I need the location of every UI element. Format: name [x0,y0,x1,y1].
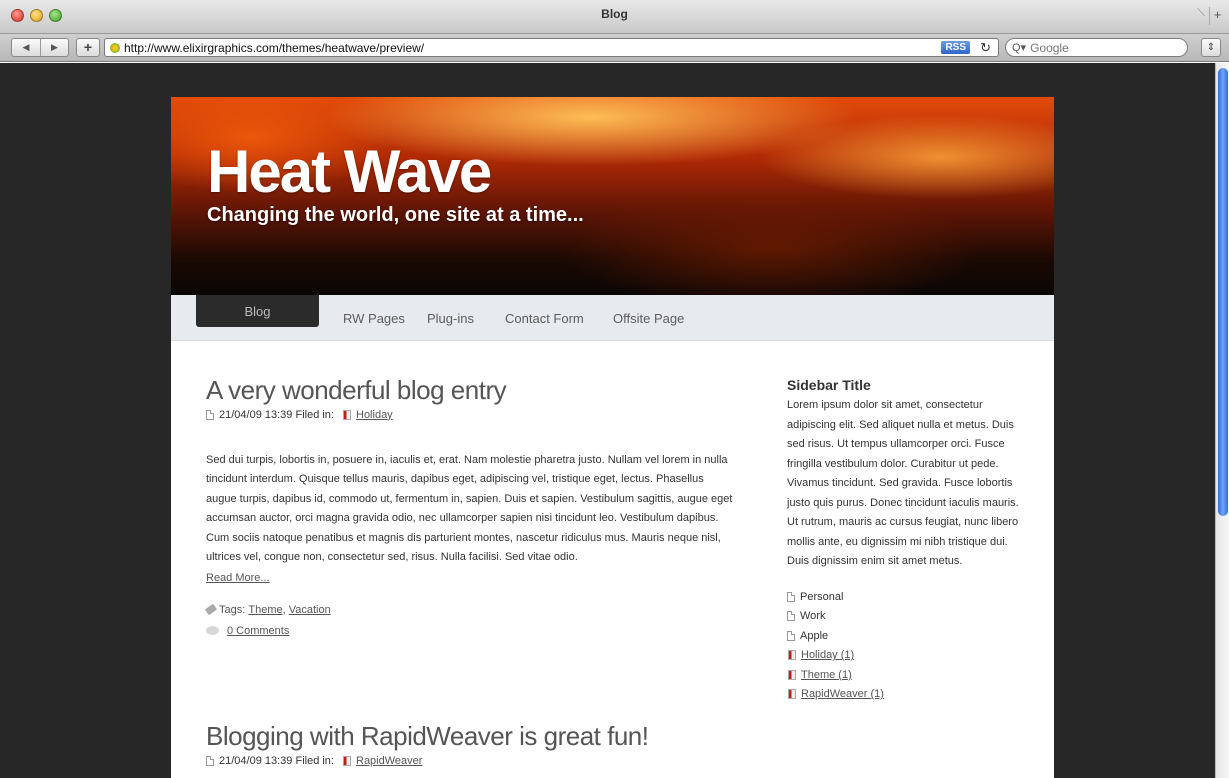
site-favicon-icon [110,42,120,53]
site-banner: Heat Wave Changing the world, one site a… [171,97,1054,295]
read-more-link[interactable]: Read More... [206,572,270,584]
sidebar-page-link[interactable]: Personal [787,587,1032,607]
plus-icon: + [83,39,93,55]
bookmark-icon: ⇕ [1206,42,1216,53]
sidebar-category-link[interactable]: Holiday (1) [787,645,1032,665]
history-nav-group: ◀ ▶ [11,38,69,57]
nav-tab-offsite-page[interactable]: Offsite Page [613,295,684,341]
filed-in-label: Filed in: [295,408,334,421]
post-meta: 21/04/09 13:39 Filed in: RapidWeaver [206,755,736,767]
comment-bubble-icon [206,626,219,636]
add-bookmark-button[interactable]: + [76,38,100,57]
nav-tab-plug-ins[interactable]: Plug-ins [427,295,474,341]
search-field[interactable]: Q▾ [1005,38,1188,57]
reload-icon[interactable]: ↻ [980,40,991,56]
page-viewport: Heat Wave Changing the world, one site a… [0,63,1229,778]
site-title[interactable]: Heat Wave [207,142,492,202]
site-navbar: Blog RW Pages Plug-ins Contact Form Offs… [171,295,1054,341]
category-icon [788,650,796,661]
resize-corner-icon: ⟍ [1197,7,1205,19]
sidebar-category-link[interactable]: RapidWeaver (1) [787,684,1032,704]
category-icon [343,755,351,766]
window-titlebar: Blog ⟍ + [0,0,1229,34]
document-icon [206,409,214,420]
site-tagline: Changing the world, one site at a time..… [207,204,584,226]
url-text[interactable]: http://www.elixirgraphics.com/themes/hea… [124,41,424,55]
address-bar[interactable]: http://www.elixirgraphics.com/themes/hea… [104,38,999,57]
post-tags: Tags: Theme, Vacation [204,603,736,616]
category-icon [343,409,351,420]
sidebar: Sidebar Title Lorem ipsum dolor sit amet… [787,377,1032,704]
bookmarks-menu-button[interactable]: ⇕ [1201,38,1221,57]
document-icon [787,611,795,622]
browser-toolbar: ◀ ▶ + http://www.elixirgraphics.com/them… [0,34,1229,62]
blog-page: Heat Wave Changing the world, one site a… [171,97,1054,778]
tag-link-vacation[interactable]: Vacation [289,604,331,616]
tag-link-theme[interactable]: Theme [248,604,282,616]
forward-button[interactable]: ▶ [39,39,68,56]
post-meta: 21/04/09 13:39 Filed in: Holiday [206,409,736,421]
category-link[interactable]: RapidWeaver [356,755,422,767]
blog-post: A very wonderful blog entry 21/04/09 13:… [204,376,736,637]
sidebar-page-link[interactable]: Apple [787,626,1032,646]
vertical-scrollbar[interactable] [1215,63,1229,778]
window-title: Blog [601,7,628,21]
post-date: 21/04/09 13:39 [219,754,293,767]
sidebar-page-link[interactable]: Work [787,606,1032,626]
document-icon [787,591,795,602]
filed-in-label: Filed in: [295,754,334,767]
back-arrow-icon: ◀ [22,42,30,52]
blog-post: Blogging with RapidWeaver is great fun! … [206,722,736,767]
sidebar-links: Personal Work Apple Holiday (1) Theme (1… [787,587,1032,704]
category-link[interactable]: Holiday [356,409,393,421]
nav-tab-contact-form[interactable]: Contact Form [505,295,584,341]
rss-button[interactable]: RSS [941,41,970,54]
post-title[interactable]: Blogging with RapidWeaver is great fun! [206,722,736,751]
category-icon [788,669,796,680]
comments-link[interactable]: 0 Comments [227,625,289,637]
tag-icon [204,603,218,616]
nav-tab-rw-pages[interactable]: RW Pages [343,295,405,341]
tags-label: Tags: [219,603,246,616]
category-icon [788,689,796,700]
back-button[interactable]: ◀ [12,39,40,56]
scrollbar-thumb[interactable] [1218,68,1228,516]
sidebar-title: Sidebar Title [787,377,871,393]
document-icon [206,755,214,766]
post-body: Sed dui turpis, lobortis in, posuere in,… [206,453,733,564]
search-icon: Q▾ [1012,42,1027,54]
post-date: 21/04/09 13:39 [219,408,293,421]
sidebar-category-link[interactable]: Theme (1) [787,665,1032,685]
forward-arrow-icon: ▶ [51,42,58,52]
post-title[interactable]: A very wonderful blog entry [206,376,736,405]
sidebar-text: Lorem ipsum dolor sit amet, consectetur … [787,399,1019,568]
nav-tab-blog[interactable]: Blog [196,295,319,327]
search-input[interactable] [1030,40,1181,55]
post-comments: 0 Comments [206,625,736,637]
new-tab-plus-icon[interactable]: + [1209,7,1225,25]
document-icon [787,630,795,641]
